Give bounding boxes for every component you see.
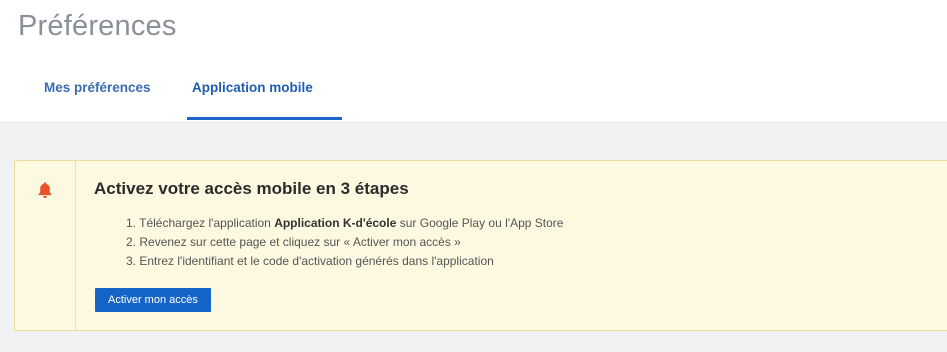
mobile-access-alert: Activez votre accès mobile en 3 étapes 1… bbox=[14, 160, 947, 331]
alert-title: Activez votre accès mobile en 3 étapes bbox=[94, 179, 409, 198]
step-2: 2. Revenez sur cette page et cliquez sur… bbox=[126, 233, 563, 252]
step-text: Téléchargez l'application bbox=[139, 216, 275, 230]
content-area: Activez votre accès mobile en 3 étapes 1… bbox=[0, 122, 947, 352]
step-number: 2. bbox=[126, 235, 137, 249]
step-number: 1. bbox=[126, 216, 137, 230]
alert-icon-column bbox=[15, 161, 76, 330]
step-number: 3. bbox=[126, 254, 137, 268]
step-text: Entrez l'identifiant et le code d'activa… bbox=[139, 254, 494, 268]
tab-application-mobile[interactable]: Application mobile bbox=[192, 80, 313, 95]
app-name: Application K-d'école bbox=[274, 216, 397, 230]
tab-mes-preferences[interactable]: Mes préférences bbox=[44, 80, 151, 95]
tab-bar: Mes préférences Application mobile bbox=[0, 70, 947, 122]
activate-access-button[interactable]: Activer mon accès bbox=[95, 288, 211, 312]
step-3: 3. Entrez l'identifiant et le code d'act… bbox=[126, 252, 563, 271]
active-tab-indicator bbox=[187, 117, 342, 120]
page-title: Préférences bbox=[18, 10, 177, 42]
step-text: Revenez sur cette page et cliquez sur « … bbox=[139, 235, 461, 249]
step-text: sur Google Play ou l'App Store bbox=[396, 216, 564, 230]
steps-list: 1. Téléchargez l'application Application… bbox=[126, 214, 563, 271]
step-1: 1. Téléchargez l'application Application… bbox=[126, 214, 563, 233]
bell-icon bbox=[38, 182, 52, 198]
